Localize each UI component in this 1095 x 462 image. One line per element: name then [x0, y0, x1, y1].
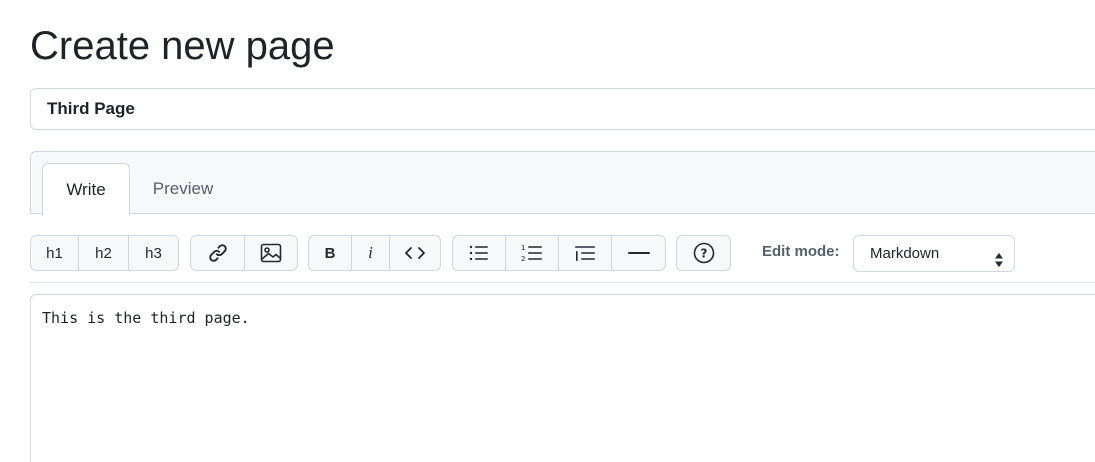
h1-button[interactable]: h1: [31, 236, 79, 270]
heading-button-group: h1 h2 h3: [30, 235, 179, 271]
tab-preview[interactable]: Preview: [139, 163, 227, 215]
page-title-input[interactable]: [30, 88, 1095, 130]
toolbar-divider: [30, 282, 1095, 283]
h2-button[interactable]: h2: [79, 236, 129, 270]
horizontal-rule-button[interactable]: [612, 236, 665, 270]
unordered-list-icon: [469, 244, 489, 262]
tab-preview-label: Preview: [152, 179, 214, 198]
list-button-group: 1 2: [452, 235, 666, 271]
link-icon: [208, 243, 228, 263]
page-title: Create new page: [30, 24, 335, 68]
edit-mode-select[interactable]: Markdown: [853, 235, 1015, 272]
italic-button[interactable]: i: [352, 236, 390, 270]
unordered-list-button[interactable]: [453, 236, 506, 270]
select-caret-icon: [994, 246, 1004, 267]
help-button-group: ?: [676, 235, 731, 271]
link-button[interactable]: [191, 236, 245, 270]
image-button[interactable]: [245, 236, 297, 270]
edit-mode-selected: Markdown: [870, 245, 940, 262]
ordered-list-button[interactable]: 1 2: [506, 236, 559, 270]
page-content-textarea[interactable]: This is the third page.: [30, 294, 1095, 462]
svg-text:?: ?: [700, 247, 707, 261]
h3-button[interactable]: h3: [129, 236, 178, 270]
horizontal-rule-icon: [627, 250, 651, 256]
tab-write-label: Write: [66, 180, 106, 199]
help-button[interactable]: ?: [677, 236, 730, 270]
indent-list-button[interactable]: [559, 236, 612, 270]
tab-write[interactable]: Write: [42, 163, 130, 216]
ordered-list-icon: 1 2: [521, 243, 543, 263]
edit-mode-label: Edit mode:: [762, 243, 840, 260]
svg-text:1: 1: [521, 244, 525, 252]
indent-list-icon: [574, 244, 596, 262]
wiki-create-page: Create new page Write Preview h1 h2 h3: [0, 0, 1095, 462]
code-button[interactable]: [390, 236, 440, 270]
format-button-group: B i: [308, 235, 441, 271]
svg-text:2: 2: [521, 255, 525, 263]
editor-tab-bar: Write Preview: [30, 151, 1095, 216]
insert-button-group: [190, 235, 298, 271]
image-icon: [260, 243, 282, 263]
help-icon: ?: [693, 242, 715, 264]
code-icon: [404, 245, 426, 261]
bold-button[interactable]: B: [309, 236, 352, 270]
